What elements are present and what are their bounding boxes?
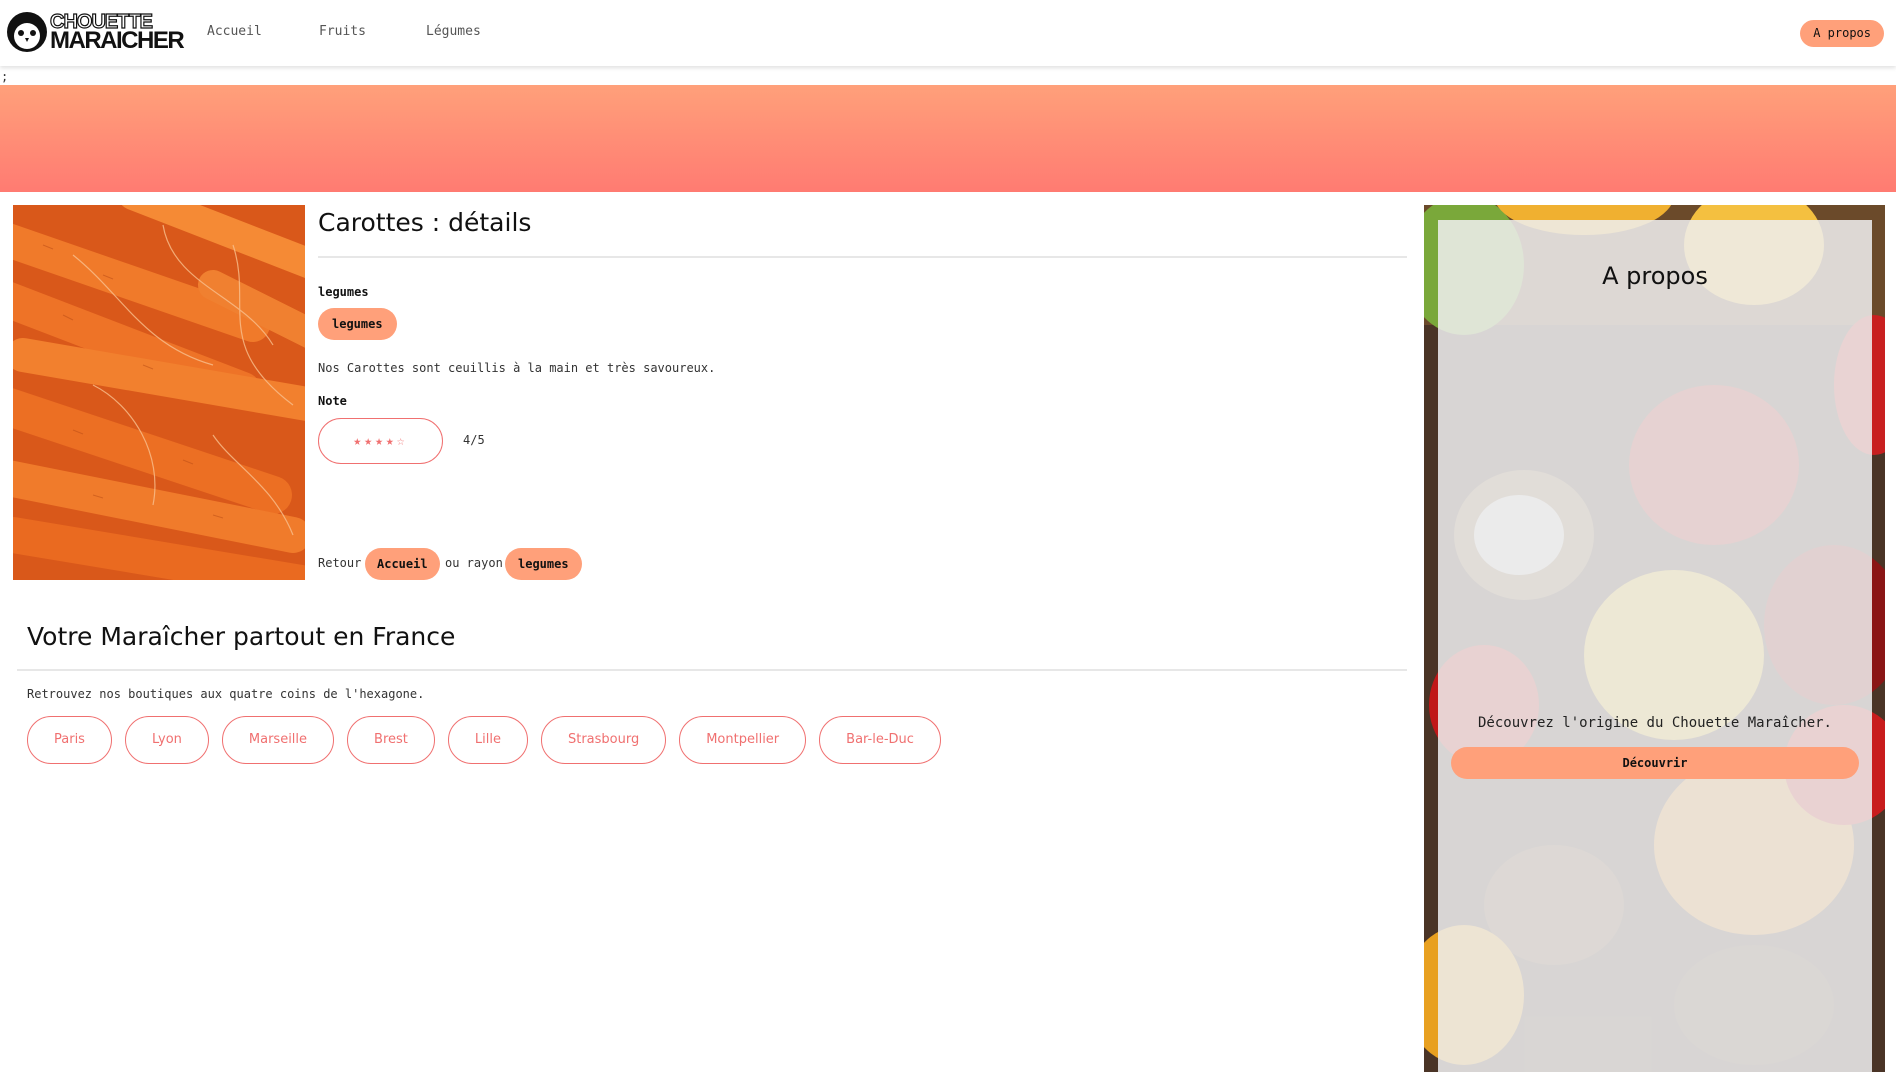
city-button-bar-le-duc[interactable]: Bar-le-Duc xyxy=(819,716,941,764)
about-sidebar: A propos Découvrez l'origine du Chouette… xyxy=(1424,205,1885,1072)
rating-stars: ★★★★☆ xyxy=(318,418,443,464)
category-pill[interactable]: legumes xyxy=(318,308,397,340)
hero-banner xyxy=(0,85,1896,192)
city-button-lille[interactable]: Lille xyxy=(447,716,528,764)
decouvrir-button[interactable]: Découvrir xyxy=(1451,747,1859,779)
nav-apropos-button[interactable]: A propos xyxy=(1800,20,1884,47)
title-divider xyxy=(318,256,1407,258)
back-ou-text: ou rayon xyxy=(445,556,503,570)
category-label: legumes xyxy=(318,285,369,299)
product-title: Carottes : détails xyxy=(318,208,532,237)
city-button-strasbourg[interactable]: Strasbourg xyxy=(540,716,667,764)
nav-legumes[interactable]: Légumes xyxy=(426,24,481,39)
cities-divider xyxy=(17,669,1407,671)
about-card: A propos Découvrez l'origine du Chouette… xyxy=(1438,220,1872,1072)
city-button-montpellier[interactable]: Montpellier xyxy=(679,716,807,764)
nav-fruits[interactable]: Fruits xyxy=(319,24,366,39)
brand-logo[interactable]: CHOUETTE MARAICHER xyxy=(6,11,185,54)
note-label: Note xyxy=(318,394,347,408)
brand-line2: MARAICHER xyxy=(50,26,185,54)
about-title: A propos xyxy=(1602,262,1708,290)
about-text: Découvrez l'origine du Chouette Maraîche… xyxy=(1477,715,1832,731)
cities-description: Retrouvez nos boutiques aux quatre coins… xyxy=(27,687,425,701)
city-button-marseille[interactable]: Marseille xyxy=(221,716,335,764)
stray-semicolon: ; xyxy=(1,70,9,84)
city-button-lyon[interactable]: Lyon xyxy=(124,716,209,764)
nav-accueil[interactable]: Accueil xyxy=(207,24,262,39)
city-button-brest[interactable]: Brest xyxy=(347,716,435,764)
carrots-image xyxy=(13,205,305,580)
navbar: CHOUETTE MARAICHER Accueil Fruits Légume… xyxy=(0,0,1896,66)
city-button-paris[interactable]: Paris xyxy=(27,716,112,764)
rating-value: 4/5 xyxy=(463,433,485,447)
back-retour-text: Retour xyxy=(318,556,362,570)
back-legumes-button[interactable]: legumes xyxy=(505,548,582,580)
owl-logo-icon xyxy=(7,12,47,52)
city-list: Paris Lyon Marseille Brest Lille Strasbo… xyxy=(27,716,941,764)
product-description: Nos Carottes sont ceuillis à la main et … xyxy=(318,361,716,375)
back-accueil-button[interactable]: Accueil xyxy=(365,548,440,580)
cities-title: Votre Maraîcher partout en France xyxy=(27,622,456,651)
